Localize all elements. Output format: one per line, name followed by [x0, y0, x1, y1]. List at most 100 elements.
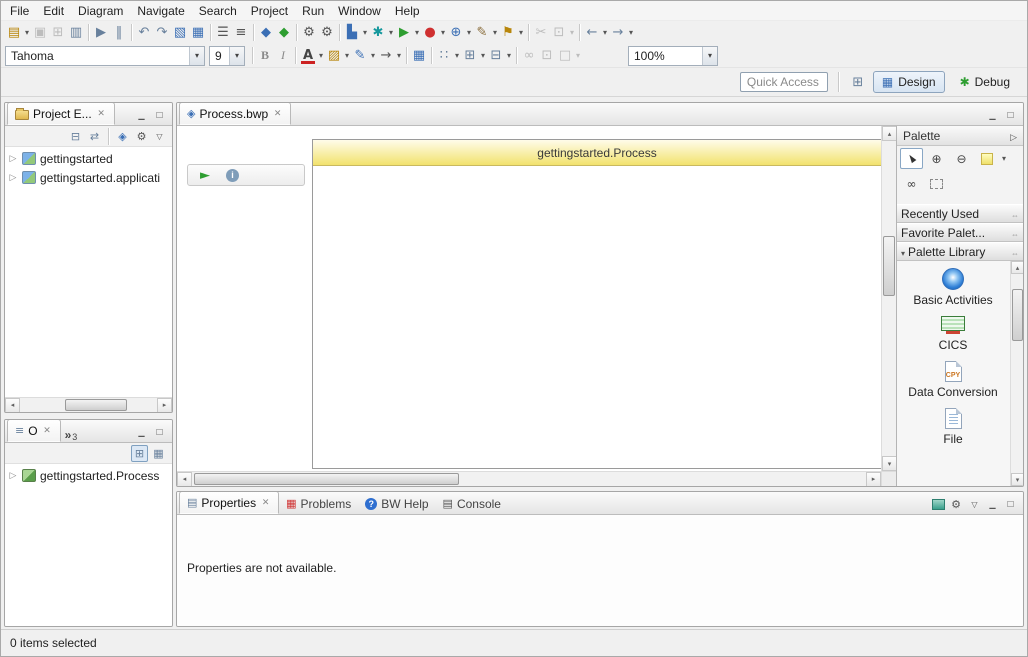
- font-size-combo[interactable]: 9: [209, 46, 245, 66]
- minimize-icon[interactable]: [134, 109, 149, 122]
- design-perspective-button[interactable]: ▦ Design: [873, 71, 945, 93]
- scroll-right-icon[interactable]: [157, 398, 172, 413]
- dropdown-arrow-icon[interactable]: [317, 51, 325, 60]
- collapse-palette-icon[interactable]: [1010, 129, 1017, 143]
- dropdown-arrow-icon[interactable]: [395, 51, 403, 60]
- minimize-icon[interactable]: [134, 426, 149, 439]
- menu-search[interactable]: Search: [192, 2, 244, 20]
- expander-icon[interactable]: [8, 172, 18, 183]
- close-icon[interactable]: [260, 497, 271, 508]
- guides-icon[interactable]: ⊞: [461, 47, 479, 65]
- dropdown-arrow-icon[interactable]: [343, 51, 351, 60]
- palette-scrollbar[interactable]: [1010, 261, 1023, 486]
- scrollbar-thumb[interactable]: [65, 399, 127, 411]
- palette-item-data-conversion[interactable]: CPY Data Conversion: [897, 361, 1009, 399]
- dropdown-arrow-icon[interactable]: [601, 28, 609, 37]
- flag-icon[interactable]: ⚑: [499, 24, 517, 42]
- menu-help[interactable]: Help: [388, 2, 427, 20]
- dropdown-arrow-icon[interactable]: [453, 51, 461, 60]
- marquee-tool[interactable]: [925, 173, 948, 194]
- close-icon[interactable]: [42, 425, 53, 436]
- drawer-recently-used[interactable]: Recently Used: [897, 204, 1023, 223]
- scrollbar-thumb[interactable]: [194, 473, 459, 485]
- tree-view-icon[interactable]: ⊞: [131, 445, 148, 462]
- dropdown-arrow-icon[interactable]: [517, 28, 525, 37]
- process-header[interactable]: gettingstarted.Process: [313, 140, 881, 166]
- dropdown-arrow-icon[interactable]: [1000, 154, 1008, 163]
- link-with-editor-icon[interactable]: ⇄: [86, 128, 103, 145]
- tree-item-gettingstarted-process[interactable]: gettingstarted.Process: [5, 466, 172, 485]
- menu-project[interactable]: Project: [244, 2, 295, 20]
- combo-arrow-icon[interactable]: [189, 47, 204, 65]
- dropdown-arrow-icon[interactable]: [387, 28, 395, 37]
- admin-icon[interactable]: ◆: [275, 24, 293, 42]
- horizontal-scrollbar[interactable]: [177, 471, 881, 486]
- new-activity-icon[interactable]: ✱: [369, 24, 387, 42]
- shape-icon[interactable]: □: [556, 47, 574, 65]
- combo-arrow-icon[interactable]: [229, 47, 244, 65]
- dropdown-arrow-icon[interactable]: [491, 28, 499, 37]
- font-color-button[interactable]: A: [299, 47, 317, 65]
- dropdown-arrow-icon[interactable]: [465, 28, 473, 37]
- expander-icon[interactable]: [8, 153, 18, 164]
- select-tool[interactable]: ►: [900, 148, 923, 169]
- show-diagram-icon[interactable]: ▧: [171, 24, 189, 42]
- print-icon[interactable]: ▥: [67, 24, 85, 42]
- tab-bw-help[interactable]: ? BW Help: [358, 493, 435, 514]
- maximize-icon[interactable]: [1003, 109, 1018, 122]
- focus-on-active-icon[interactable]: ◈: [114, 128, 131, 145]
- arrow-style-icon[interactable]: →: [377, 47, 395, 65]
- redo-icon[interactable]: ↷: [153, 24, 171, 42]
- close-icon[interactable]: [96, 108, 107, 119]
- scroll-right-icon[interactable]: [866, 472, 881, 487]
- resume-icon[interactable]: ▶: [92, 24, 110, 42]
- table-icon[interactable]: ▦: [410, 47, 428, 65]
- cut-icon[interactable]: ✂: [532, 24, 550, 42]
- palette-item-cics[interactable]: CICS: [897, 316, 1009, 352]
- build-config-icon[interactable]: ⚙: [300, 24, 318, 42]
- debug-perspective-button[interactable]: ✱ Debug: [951, 71, 1019, 93]
- connection-tool[interactable]: ∞: [900, 173, 923, 194]
- palette-header[interactable]: Palette: [897, 126, 1023, 146]
- process-diagram[interactable]: gettingstarted.Process: [312, 139, 882, 469]
- info-icon[interactable]: i: [226, 169, 239, 182]
- undo-icon[interactable]: ↶: [135, 24, 153, 42]
- fill-color-icon[interactable]: ▨: [325, 47, 343, 65]
- tab-process-bwp[interactable]: ◈ Process.bwp: [179, 102, 291, 125]
- run-icon[interactable]: ▶: [395, 24, 413, 42]
- line-color-icon[interactable]: ✎: [351, 47, 369, 65]
- pin-view-icon[interactable]: [932, 499, 945, 510]
- scroll-left-icon[interactable]: [5, 398, 20, 413]
- zoom-out-tool[interactable]: ⊖: [950, 148, 973, 169]
- link-icon[interactable]: ∞: [520, 47, 538, 65]
- scrollbar-thumb[interactable]: [1012, 289, 1023, 341]
- tab-properties[interactable]: ▤ Properties: [179, 491, 279, 514]
- menu-edit[interactable]: Edit: [36, 2, 71, 20]
- tab-console[interactable]: ▤ Console: [436, 493, 508, 514]
- scrollbar-thumb[interactable]: [883, 236, 895, 296]
- palette-item-basic-activities[interactable]: Basic Activities: [897, 268, 1009, 307]
- menu-run[interactable]: Run: [295, 2, 331, 20]
- menu-navigate[interactable]: Navigate: [130, 2, 191, 20]
- console-icon[interactable]: ☰: [214, 24, 232, 42]
- tab-problems[interactable]: ▦ Problems: [279, 493, 358, 514]
- open-perspective-icon[interactable]: ⊞: [849, 73, 867, 91]
- view-menu-icon[interactable]: [152, 130, 167, 143]
- show-grid-icon[interactable]: ▦: [189, 24, 207, 42]
- group-icon[interactable]: ⊡: [538, 47, 556, 65]
- view-menu-icon[interactable]: [967, 498, 982, 511]
- dropdown-arrow-icon[interactable]: [361, 28, 369, 37]
- dropdown-arrow-icon[interactable]: [574, 51, 582, 60]
- dropdown-arrow-icon[interactable]: [479, 51, 487, 60]
- scroll-up-icon[interactable]: [882, 126, 896, 141]
- font-family-combo[interactable]: Tahoma: [5, 46, 205, 66]
- collapse-all-icon[interactable]: ⊟: [67, 128, 84, 145]
- dropdown-arrow-icon[interactable]: [23, 28, 31, 37]
- annotation-icon[interactable]: ✎: [473, 24, 491, 42]
- drawer-favorite-palettes[interactable]: Favorite Palet...: [897, 223, 1023, 242]
- menu-window[interactable]: Window: [331, 2, 388, 20]
- process-canvas[interactable]: gettingstarted.Process ► i: [177, 126, 896, 486]
- expander-icon[interactable]: [8, 470, 18, 481]
- palette-item-file[interactable]: File: [897, 408, 1009, 446]
- settings-icon[interactable]: ⚙: [948, 497, 964, 511]
